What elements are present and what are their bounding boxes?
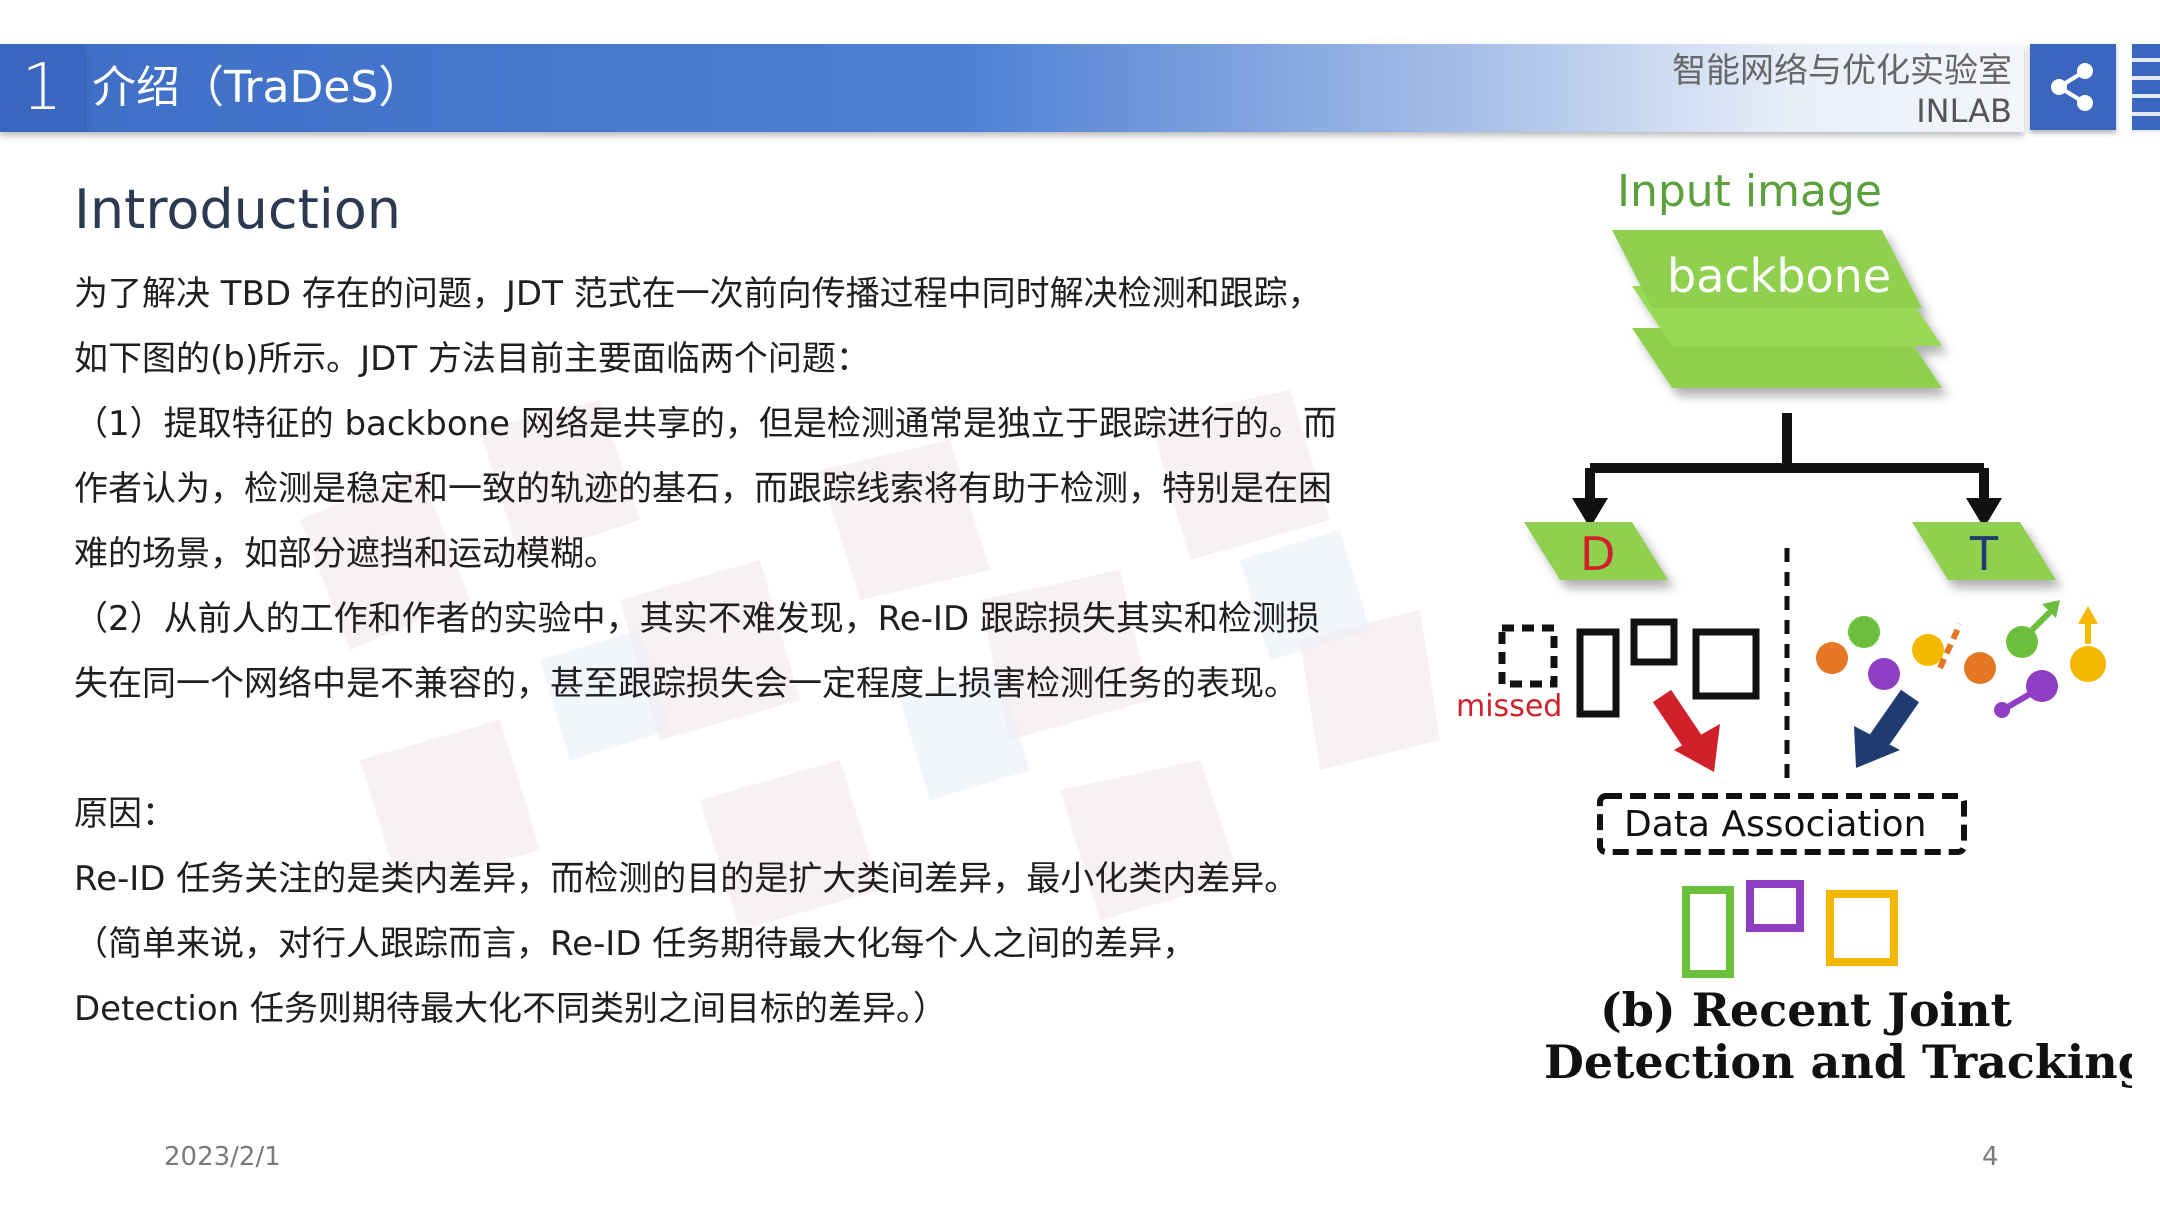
input-image-label: Input image [1617,168,1882,217]
share-icon [2051,63,2093,111]
output-box-yellow [1826,890,1898,966]
paragraph-line: 难的场景，如部分遮挡和运动模糊。 [74,534,618,574]
paragraph-line: （1）提取特征的 backbone 网络是共享的，但是检测通常是独立于跟踪进行的… [74,404,1337,444]
lab-name-en: INLAB [1916,92,2012,130]
red-arrow [1652,689,1720,772]
data-association-label: Data Association [1624,804,1926,845]
reason-line: （简单来说，对行人跟踪而言，Re-ID 任务期待最大化每个人之间的差异， [74,924,1197,964]
lab-name: 智能网络与优化实验室 INLAB [1672,50,2012,130]
page-number: 4 [1982,1142,1999,1172]
output-box-purple [1746,880,1804,932]
body-text: 为了解决 TBD 存在的问题，JDT 范式在一次前向传播过程中同时解决检测和跟踪… [74,262,1424,1042]
navy-arrow [1854,689,1920,768]
output-box-green [1682,886,1734,978]
missed-label: missed [1456,689,1562,724]
branch-arrows [1585,413,1989,503]
section-number: 1 [21,51,63,125]
tracking-objects [1816,600,2106,718]
lab-name-cn: 智能网络与优化实验室 [1672,51,2012,91]
figure-caption-line1: (b) Recent Joint [1600,983,2013,1037]
paragraph-line: 作者认为，检测是稳定和一致的轨迹的基石，而跟踪线索将有助于检测，特别是在困 [74,469,1332,509]
backbone-label: backbone [1667,249,1891,303]
paragraph-line: 为了解决 TBD 存在的问题，JDT 范式在一次前向传播过程中同时解决检测和跟踪… [74,274,1322,314]
paragraph-line: 如下图的(b)所示。JDT 方法目前主要面临两个问题： [74,339,870,379]
paragraph-line: （2）从前人的工作和作者的实验中，其实不难发现，Re-ID 跟踪损失其实和检测损 [74,599,1320,639]
slide-title: 介绍（TraDeS） [92,62,423,113]
section-heading: Introduction [74,178,402,241]
section-number-box: 1 [0,44,84,132]
footer-date: 2023/2/1 [164,1142,281,1172]
paragraph-line: 失在同一个网络中是不兼容的，甚至跟踪损失会一定程度上损害检测任务的表现。 [74,664,1298,704]
figure-caption-line2: Detection and Tracking [1544,1035,2132,1089]
side-tab [2132,44,2160,132]
jdt-figure: Input image backbone D T missed Data Ass… [1452,166,2150,1098]
reason-label: 原因： [74,794,176,834]
jdt-diagram: Input image backbone D T missed Data Ass… [1456,166,2150,1089]
reason-line: Re-ID 任务关注的是类内差异，而检测的目的是扩大类间差异，最小化类内差异。 [74,859,1299,899]
d-label: D [1580,527,1615,581]
t-label: T [1969,527,1999,581]
reason-line: Detection 任务则期待最大化不同类别之间目标的差异。） [74,989,947,1029]
share-button[interactable] [2030,44,2116,130]
